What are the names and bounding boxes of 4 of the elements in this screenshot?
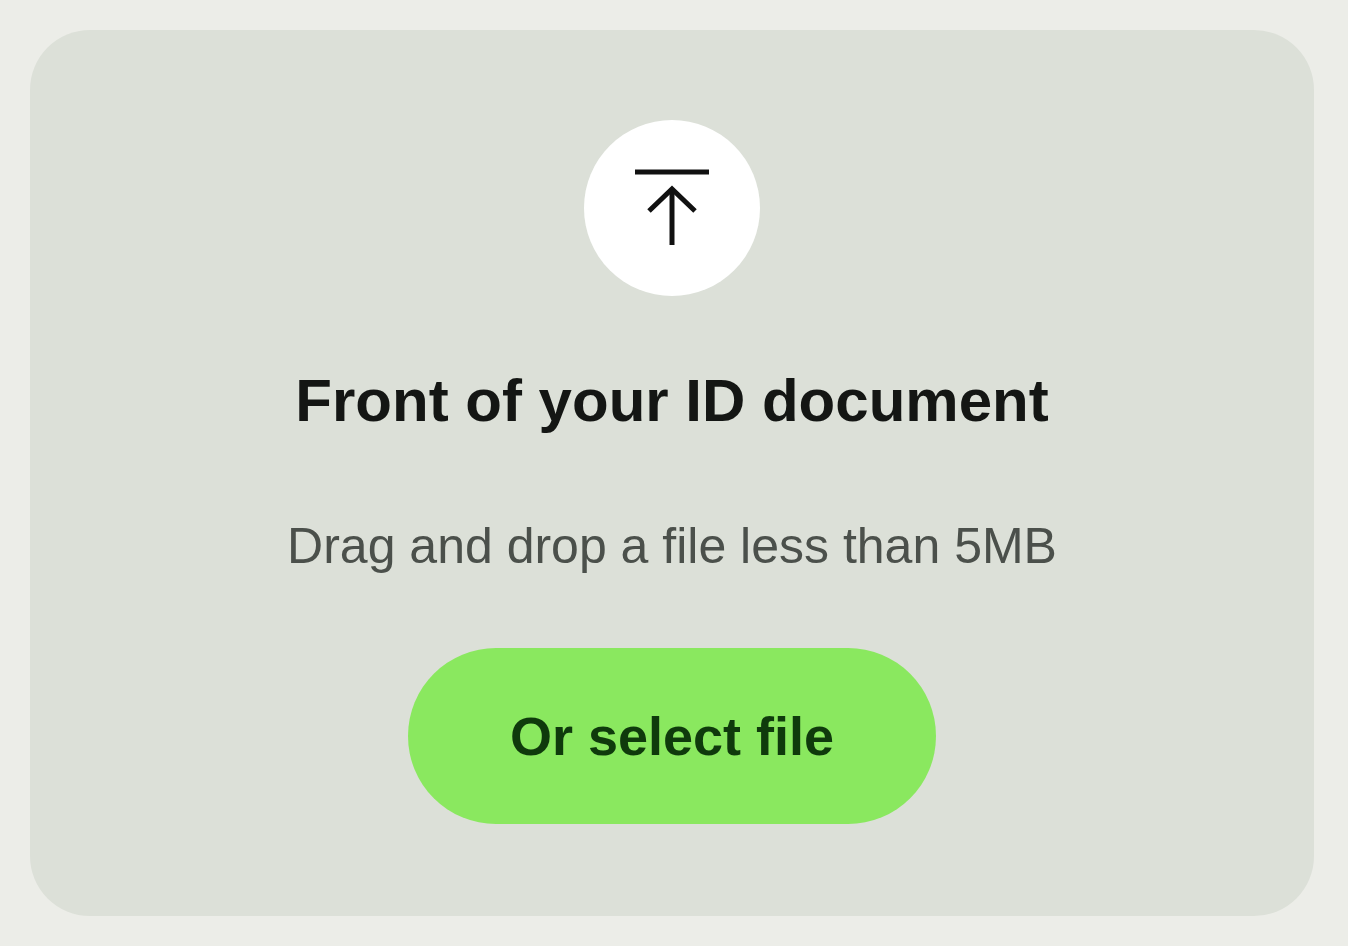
select-file-button[interactable]: Or select file [408,648,936,824]
upload-title: Front of your ID document [295,366,1049,436]
upload-icon [633,169,711,247]
upload-hint: Drag and drop a file less than 5MB [287,517,1057,576]
